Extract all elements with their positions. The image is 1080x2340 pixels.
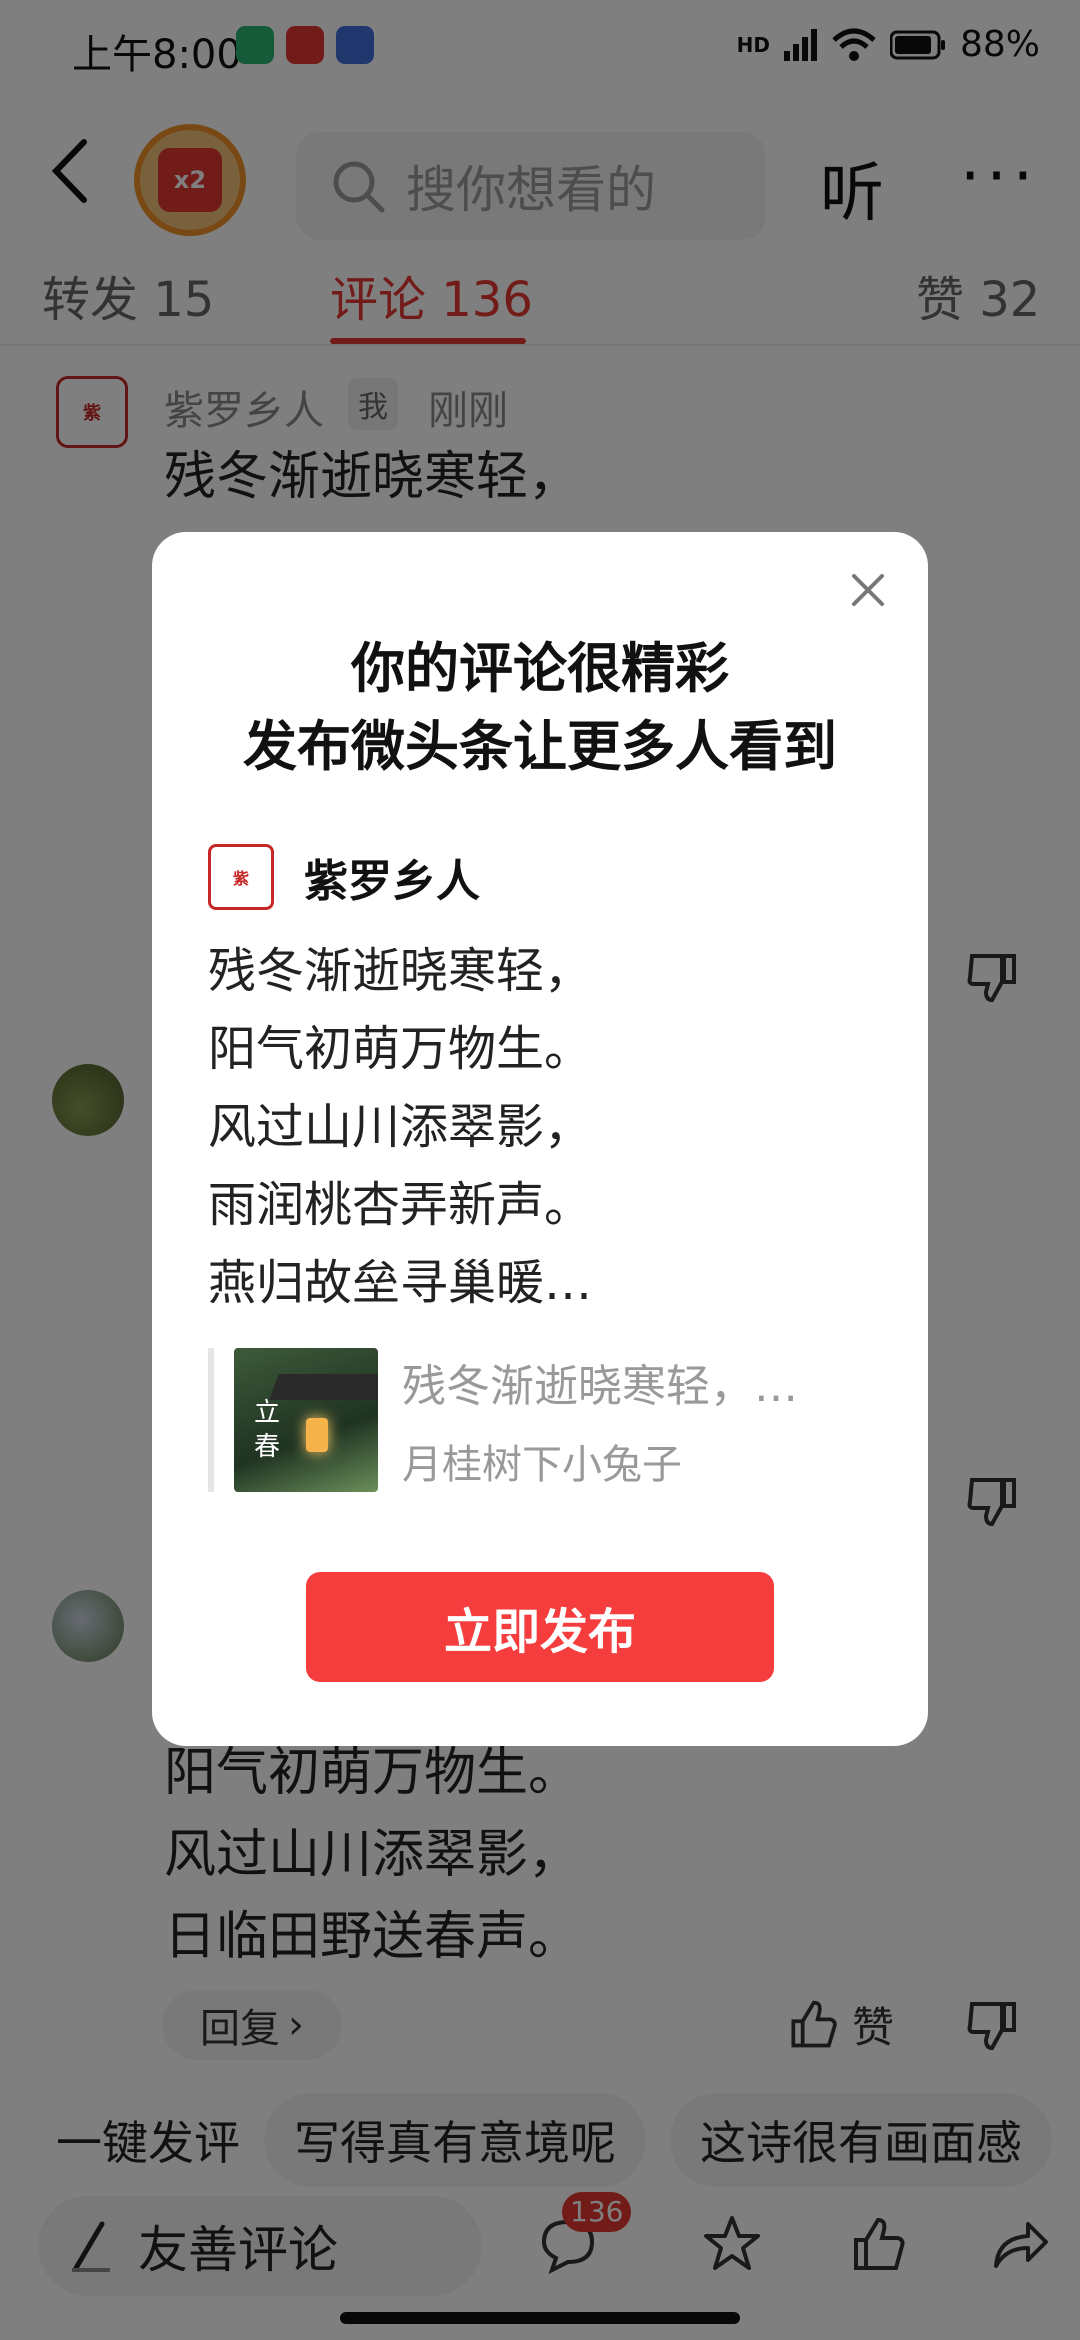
poem-line: 阳气初萌万物生。 xyxy=(208,1021,593,1077)
avatar: 紫 xyxy=(208,844,274,910)
poem-line: 雨润桃杏弄新声。 xyxy=(208,1177,593,1233)
quoted-post-text: 残冬渐逝晓寒轻，… xyxy=(402,1361,798,1412)
dialog-subtitle: 发布微头条让更多人看到 xyxy=(243,715,837,778)
poem-text: 残冬渐逝晓寒轻， 阳气初萌万物生。 风过山川添翠影， 雨润桃杏弄新声。 燕归故垒… xyxy=(208,932,592,1322)
poem-line: 残冬渐逝晓寒轻， xyxy=(208,943,593,999)
publish-button[interactable]: 立即发布 xyxy=(306,1572,774,1682)
poem-line: 风过山川添翠影， xyxy=(208,1099,593,1155)
dialog-author: 紫 紫罗乡人 xyxy=(208,844,480,910)
thumbnail-caption: 立春 xyxy=(254,1398,281,1462)
poem-line: 燕归故垒寻巢暖… xyxy=(208,1255,593,1311)
author-name: 紫罗乡人 xyxy=(304,856,480,907)
quoted-post[interactable]: 立春 残冬渐逝晓寒轻，… 月桂树下小兔子 xyxy=(208,1348,872,1492)
quoted-post-author: 月桂树下小兔子 xyxy=(402,1442,682,1488)
publish-dialog: 你的评论很精彩 发布微头条让更多人看到 紫 紫罗乡人 残冬渐逝晓寒轻， 阳气初萌… xyxy=(152,532,928,1746)
dialog-title: 你的评论很精彩 xyxy=(351,637,729,700)
quoted-post-thumbnail: 立春 xyxy=(234,1348,378,1492)
close-icon[interactable] xyxy=(848,570,888,610)
